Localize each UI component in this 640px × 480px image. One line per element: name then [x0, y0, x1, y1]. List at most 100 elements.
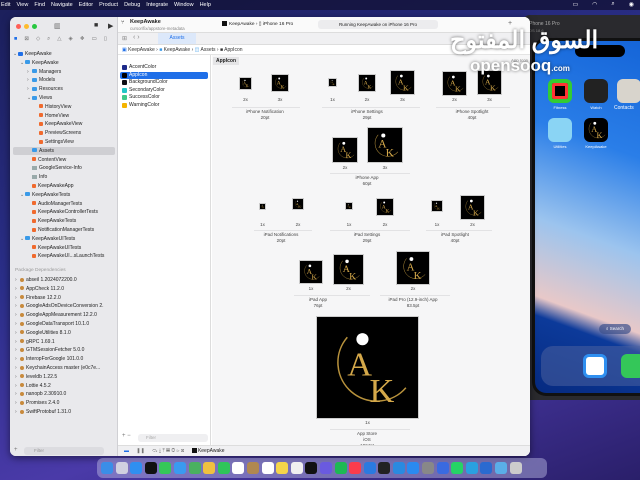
- navigator-item[interactable]: ⌄ Views: [27, 94, 52, 102]
- package-item[interactable]: › Lottie 4.5.2: [15, 382, 51, 390]
- step-over-icon[interactable]: ⤼ ⤓ ⤒ ▤ ◎ ⊳ ⊠: [152, 448, 184, 454]
- navigator-item[interactable]: KeepAwakeUI...sLaunchTests: [27, 252, 104, 260]
- maps-dock-icon[interactable]: [188, 462, 201, 474]
- menu-editor[interactable]: Editor: [79, 2, 93, 8]
- fitness-app-icon[interactable]: [548, 79, 572, 103]
- notes-brown-dock-icon[interactable]: [246, 462, 259, 474]
- package-item[interactable]: › SwiftProtobuf 1.31.0: [15, 408, 71, 416]
- reminders-dock-icon[interactable]: [261, 462, 274, 474]
- package-item[interactable]: › GoogleAppMeasurement 12.2.0: [15, 311, 97, 319]
- add-icon[interactable]: +: [14, 447, 18, 453]
- navigator-item[interactable]: KeepAwakeView: [34, 120, 82, 128]
- package-item[interactable]: › Promises 2.4.0: [15, 399, 59, 407]
- battery-icon[interactable]: ▭: [572, 1, 578, 8]
- package-item[interactable]: › KeychainAccess master (e0c7e...: [15, 364, 100, 372]
- navigator-item[interactable]: Assets: [13, 146, 115, 155]
- menu-navigate[interactable]: Navigate: [51, 2, 73, 8]
- menu-debug[interactable]: Debug: [124, 2, 140, 8]
- asset-item[interactable]: SuccessColor: [120, 94, 208, 102]
- calendar-dock-icon[interactable]: [232, 462, 245, 474]
- wifi-icon[interactable]: ◠: [592, 1, 597, 8]
- grid-icon[interactable]: ⊞: [122, 35, 127, 42]
- package-item[interactable]: › leveldb 1.22.5: [15, 373, 57, 381]
- app-icon-well[interactable]: [239, 77, 252, 90]
- vscode-dock-icon[interactable]: [392, 462, 405, 474]
- navigator-item[interactable]: GoogleService-Info: [27, 164, 82, 172]
- zoom-button[interactable]: [32, 24, 37, 29]
- navigator-item[interactable]: ⌄ KeepAwake: [20, 59, 59, 67]
- app-icon-well[interactable]: [299, 260, 323, 284]
- contacts-app-icon[interactable]: [617, 79, 640, 103]
- breadcrumb-item[interactable]: KeepAwake: [164, 47, 191, 53]
- photos-dock-icon[interactable]: [203, 462, 216, 474]
- menu-view[interactable]: View: [16, 2, 28, 8]
- breadcrumb-item[interactable]: KeepAwake: [128, 47, 155, 53]
- menu-edit[interactable]: Edit: [1, 2, 10, 8]
- asset-filter-input[interactable]: Filter: [138, 434, 208, 442]
- navigator-filter-input[interactable]: Filter: [24, 447, 104, 455]
- run-icon[interactable]: ▶: [108, 22, 113, 30]
- navigator-item[interactable]: › Resources: [27, 85, 63, 93]
- downloads-dock-icon[interactable]: [495, 462, 508, 474]
- simulator-dock-icon[interactable]: [436, 462, 449, 474]
- app-icon-well[interactable]: [333, 254, 364, 285]
- launchpad-dock-icon[interactable]: [115, 462, 128, 474]
- menu-window[interactable]: Window: [174, 2, 194, 8]
- app-icon-well[interactable]: [367, 127, 403, 163]
- navigator-item[interactable]: › Managers: [27, 68, 61, 76]
- messages-dock-icon[interactable]: [159, 462, 172, 474]
- app-icon-well[interactable]: [259, 203, 266, 210]
- package-item[interactable]: › GoogleUtilities 8.1.0: [15, 329, 71, 337]
- find-icon[interactable]: ⌕: [47, 36, 50, 43]
- app-icon-well[interactable]: [345, 202, 353, 210]
- appletv-dock-icon[interactable]: [305, 462, 318, 474]
- trash-dock-icon[interactable]: [509, 462, 522, 474]
- app-icon-well[interactable]: [390, 70, 415, 95]
- breakpoint-icon[interactable]: ▭: [92, 36, 97, 43]
- app-icon-well[interactable]: [316, 316, 419, 419]
- freeform-dock-icon[interactable]: [290, 462, 303, 474]
- app-icon-well[interactable]: [376, 198, 394, 216]
- telegram-dock-icon[interactable]: [465, 462, 478, 474]
- sidebar-toggle-icon[interactable]: ▥: [54, 22, 61, 30]
- navigator-item[interactable]: AudioManagerTests: [27, 200, 82, 208]
- debug-icon[interactable]: ❖: [80, 36, 85, 43]
- package-item[interactable]: › abseil 1.2024072200.0: [15, 276, 77, 284]
- control-center-icon[interactable]: ◉: [629, 1, 634, 8]
- navigator-item[interactable]: KeepAwakeControllerTests: [27, 208, 98, 216]
- starred-dock-icon[interactable]: [319, 462, 332, 474]
- facetime-dock-icon[interactable]: [217, 462, 230, 474]
- navigator-item[interactable]: ContentView: [27, 156, 66, 164]
- branch-name[interactable]: cursor/fix/appstore-metadata: [130, 26, 185, 31]
- navigator-item[interactable]: PreviewScreens: [34, 129, 81, 137]
- app-icon-well[interactable]: [358, 74, 376, 92]
- package-item[interactable]: › InteropForGoogle 101.0.0: [15, 355, 83, 363]
- navigator-item[interactable]: HistoryView: [34, 103, 71, 111]
- xcode-dock-icon[interactable]: [480, 462, 493, 474]
- navigator-item[interactable]: KeepAwakeUITests: [27, 244, 81, 252]
- music-dock-icon[interactable]: [349, 462, 362, 474]
- app-icon-well[interactable]: [431, 200, 443, 212]
- mail-dock-icon[interactable]: [173, 462, 186, 474]
- issue-icon[interactable]: △: [57, 36, 61, 43]
- navigator-item[interactable]: KeepAwakeApp: [27, 182, 74, 190]
- app-icon-well[interactable]: [292, 198, 304, 210]
- package-item[interactable]: › gRPC 1.69.1: [15, 338, 55, 346]
- package-item[interactable]: › Firebase 12.2.0: [15, 294, 61, 302]
- menu-find[interactable]: Find: [34, 2, 45, 8]
- keepawake-app-icon[interactable]: [584, 118, 608, 142]
- navigator-item[interactable]: SettingsView: [34, 138, 74, 146]
- navigator-item[interactable]: NotificationManagerTests: [27, 226, 94, 234]
- pause-icon[interactable]: ❚❚: [136, 448, 144, 454]
- iphone-screen[interactable]: Fitness Watch Contacts Utilities KeepAwa…: [532, 38, 640, 396]
- bookmark-icon[interactable]: ◇: [36, 36, 40, 43]
- safari-dock-icon[interactable]: [130, 462, 143, 474]
- asset-item[interactable]: BackgroundColor: [120, 79, 208, 87]
- navigator-item[interactable]: ⌄ KeepAwakeUITests: [20, 235, 75, 243]
- spotlight-search-button[interactable]: ⌕ Search: [599, 324, 631, 334]
- navigator-item[interactable]: ⌄ KeepAwakeTests: [20, 191, 70, 199]
- app-icon-well[interactable]: [396, 251, 430, 285]
- package-item[interactable]: › GTMSessionFetcher 5.0.0: [15, 346, 84, 354]
- navigator-item[interactable]: ⌄ KeepAwake: [13, 50, 52, 58]
- close-button[interactable]: [16, 24, 21, 29]
